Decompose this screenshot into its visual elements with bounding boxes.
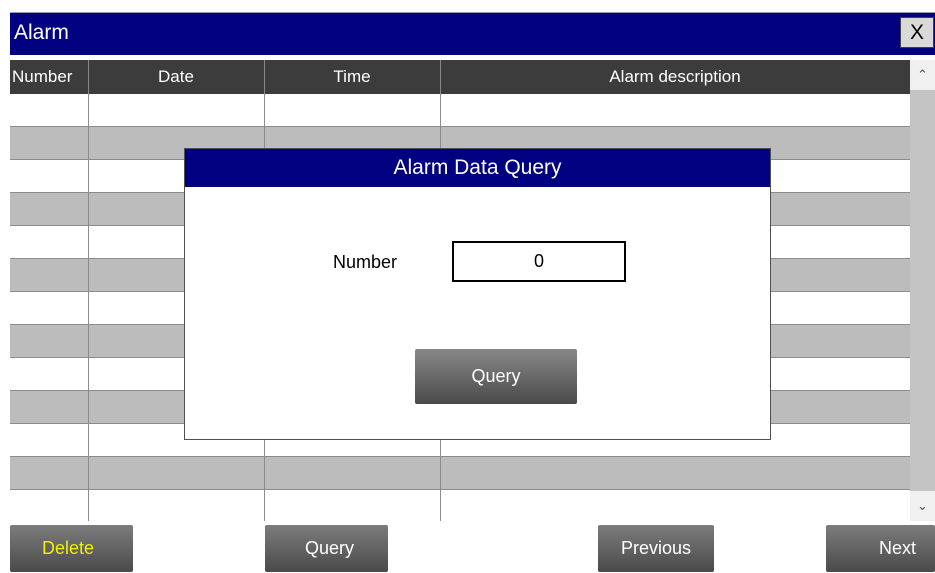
cell-number bbox=[10, 390, 89, 424]
column-header-number[interactable]: Number bbox=[10, 60, 89, 94]
table-row[interactable] bbox=[10, 94, 910, 127]
cell-number bbox=[10, 291, 89, 325]
alarm-query-dialog: Alarm Data Query Number 0 Query bbox=[184, 148, 771, 440]
column-header-time[interactable]: Time bbox=[264, 60, 441, 94]
cell-number bbox=[10, 225, 89, 259]
cell-number bbox=[10, 126, 89, 160]
delete-button[interactable]: Delete bbox=[10, 525, 133, 572]
cell-description bbox=[440, 489, 910, 521]
table-scrollbar[interactable]: ⌃ ⌄ bbox=[910, 60, 935, 521]
cell-time bbox=[264, 456, 441, 490]
cell-number bbox=[10, 258, 89, 292]
previous-button[interactable]: Previous bbox=[598, 525, 714, 572]
cell-time bbox=[264, 94, 441, 127]
next-button[interactable]: Next bbox=[826, 525, 935, 572]
cell-number bbox=[10, 357, 89, 391]
cell-number bbox=[10, 456, 89, 490]
table-row[interactable] bbox=[10, 489, 910, 521]
cell-number bbox=[10, 324, 89, 358]
cell-description bbox=[440, 94, 910, 127]
cell-number bbox=[10, 423, 89, 457]
cell-description bbox=[440, 456, 910, 490]
cell-number bbox=[10, 94, 89, 127]
table-row[interactable] bbox=[10, 456, 910, 490]
number-label: Number bbox=[333, 252, 398, 272]
cell-number bbox=[10, 489, 89, 521]
cell-date bbox=[88, 456, 265, 490]
scrollbar-thumb[interactable] bbox=[910, 90, 935, 491]
column-header-description[interactable]: Alarm description bbox=[440, 60, 910, 94]
cell-date bbox=[88, 94, 265, 127]
close-button[interactable]: X bbox=[900, 17, 934, 48]
column-header-date[interactable]: Date bbox=[88, 60, 265, 94]
chevron-down-icon[interactable]: ⌄ bbox=[910, 491, 935, 521]
cell-date bbox=[88, 489, 265, 521]
dialog-query-button[interactable]: Query bbox=[415, 349, 577, 404]
table-header-row: Number Date Time Alarm description bbox=[10, 60, 910, 94]
cell-time bbox=[264, 489, 441, 521]
window-title: Alarm bbox=[14, 21, 69, 44]
dialog-title: Alarm Data Query bbox=[185, 149, 770, 187]
number-input[interactable]: 0 bbox=[452, 241, 626, 282]
window-titlebar: Alarm X bbox=[10, 12, 935, 55]
cell-number bbox=[10, 159, 89, 193]
query-button[interactable]: Query bbox=[265, 525, 388, 572]
chevron-up-icon[interactable]: ⌃ bbox=[910, 60, 935, 90]
cell-number bbox=[10, 192, 89, 226]
